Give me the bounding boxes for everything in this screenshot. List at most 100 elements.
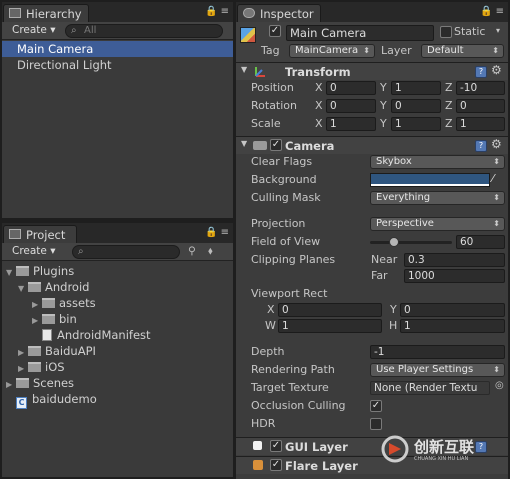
panel-menu-icon[interactable]: ≡ xyxy=(221,227,229,238)
panel-menu-icon[interactable]: ≡ xyxy=(221,6,229,17)
rotation-z-field[interactable]: 0 xyxy=(456,99,505,113)
scale-z-value: 1 xyxy=(460,118,467,130)
project-item-ios[interactable]: ▶ iOS xyxy=(2,359,233,375)
tab-project[interactable]: Project xyxy=(3,225,77,243)
folder-icon xyxy=(28,346,41,356)
scale-z-field[interactable]: 1 xyxy=(456,117,505,131)
watermark-text: 创新互联 xyxy=(414,438,475,456)
chevron-down-icon: ⬍ xyxy=(493,193,500,202)
fov-field[interactable]: 60 xyxy=(456,235,505,249)
static-label: Static xyxy=(454,25,486,38)
tag-label: Tag xyxy=(261,44,280,57)
help-icon[interactable]: ? xyxy=(475,140,487,152)
project-item-bin[interactable]: ▶ bin xyxy=(2,311,233,327)
viewport-x-field[interactable]: 0 xyxy=(278,303,382,317)
hierarchy-item-directional-light[interactable]: Directional Light xyxy=(2,57,233,73)
static-dropdown-arrow-icon[interactable]: ▾ xyxy=(496,26,500,35)
project-item-assets[interactable]: ▶ assets xyxy=(2,295,233,311)
rotation-x-field[interactable]: 0 xyxy=(326,99,376,113)
tree-item-label: BaiduAPI xyxy=(45,344,96,358)
hierarchy-tab-label: Hierarchy xyxy=(26,7,82,21)
camera-header[interactable]: ▼ ✓ Camera ? ⚙ xyxy=(236,136,508,154)
project-item-baiduapi[interactable]: ▶ BaiduAPI xyxy=(2,343,233,359)
project-create-button[interactable]: Create ▾ xyxy=(12,245,56,257)
scale-x-field[interactable]: 1 xyxy=(326,117,376,131)
position-z-field[interactable]: -10 xyxy=(456,81,505,95)
position-x-field[interactable]: 0 xyxy=(326,81,376,95)
viewport-y-value: 0 xyxy=(404,304,411,316)
fov-slider-thumb[interactable] xyxy=(389,237,399,247)
project-tab-tools[interactable]: 🔒 ≡ xyxy=(205,227,229,238)
filter-by-label-icon[interactable]: ⬧ xyxy=(208,245,213,258)
viewport-w-field[interactable]: 1 xyxy=(278,319,382,333)
project-item-baidudemo[interactable]: Cbaidudemo xyxy=(2,391,233,409)
panel-menu-icon[interactable]: ≡ xyxy=(496,6,504,17)
rendering-path-dropdown[interactable]: Use Player Settings ⬍ xyxy=(370,363,505,377)
lock-icon[interactable]: 🔒 xyxy=(480,6,492,17)
lock-icon[interactable]: 🔒 xyxy=(205,227,217,238)
folder-icon xyxy=(28,362,41,372)
tree-item-label: AndroidManifest xyxy=(57,328,151,342)
transform-header[interactable]: ▼ Transform ? ⚙ xyxy=(236,62,508,80)
hierarchy-search-input[interactable]: ⌕ All xyxy=(65,24,223,38)
project-item-androidmanifest[interactable]: AndroidManifest xyxy=(2,327,233,343)
inspector-tab-tools[interactable]: 🔒 ≡ xyxy=(480,6,504,17)
clear-flags-dropdown[interactable]: Skybox ⬍ xyxy=(370,155,505,169)
project-item-android[interactable]: ▼ Android xyxy=(2,279,233,295)
watermark-subtext: CHUANG XIN HU LIAN xyxy=(414,456,469,462)
hdr-checkbox[interactable] xyxy=(370,418,382,430)
tag-dropdown[interactable]: MainCamera ⬍ xyxy=(289,44,375,58)
camera-enabled-checkbox[interactable]: ✓ xyxy=(270,139,282,151)
static-checkbox[interactable] xyxy=(440,26,452,38)
target-texture-field[interactable]: None (Render Textu xyxy=(370,381,490,395)
background-color-swatch[interactable] xyxy=(370,173,490,187)
occlusion-culling-checkbox[interactable]: ✓ xyxy=(370,400,382,412)
foldout-arrow-icon[interactable]: ▼ xyxy=(241,65,247,74)
search-icon: ⌕ xyxy=(71,25,77,36)
help-icon[interactable]: ? xyxy=(475,66,487,78)
camera-icon xyxy=(253,141,267,150)
fov-slider-track[interactable] xyxy=(370,237,452,247)
viewport-h-field[interactable]: 1 xyxy=(400,319,505,333)
flare-layer-enabled-checkbox[interactable]: ✓ xyxy=(270,459,282,471)
tab-hierarchy[interactable]: Hierarchy xyxy=(3,4,89,22)
rotation-y-field[interactable]: 0 xyxy=(391,99,441,113)
project-item-plugins[interactable]: ▼ Plugins xyxy=(2,263,233,279)
filter-by-type-icon[interactable]: ⚲ xyxy=(188,245,196,257)
far-value: 1000 xyxy=(408,270,435,282)
near-field[interactable]: 0.3 xyxy=(404,253,505,267)
viewport-w-value: 1 xyxy=(282,320,289,332)
far-field[interactable]: 1000 xyxy=(404,269,505,283)
layer-dropdown[interactable]: Default ⬍ xyxy=(421,44,504,58)
foldout-arrow-icon[interactable]: ▼ xyxy=(241,139,247,148)
hierarchy-create-button[interactable]: Create ▾ xyxy=(12,24,56,36)
viewport-x-value: 0 xyxy=(282,304,289,316)
gear-icon[interactable]: ⚙ xyxy=(491,137,502,151)
object-name-input[interactable]: Main Camera xyxy=(286,25,434,41)
project-item-scenes[interactable]: ▶ Scenes xyxy=(2,375,233,391)
position-x-value: 0 xyxy=(330,82,337,94)
position-y-label: Y xyxy=(380,81,387,94)
depth-label: Depth xyxy=(251,345,285,358)
eyedropper-icon[interactable]: ⁄ xyxy=(492,172,494,185)
object-active-checkbox[interactable]: ✓ xyxy=(269,25,281,37)
object-picker-icon[interactable]: ◎ xyxy=(495,380,504,391)
hierarchy-item-label: Main Camera xyxy=(17,42,94,56)
viewport-y-field[interactable]: 0 xyxy=(400,303,505,317)
hierarchy-tab-tools[interactable]: 🔒 ≡ xyxy=(205,6,229,17)
projection-dropdown[interactable]: Perspective ⬍ xyxy=(370,217,505,231)
chevron-down-icon: ⬍ xyxy=(492,46,499,55)
scale-y-field[interactable]: 1 xyxy=(391,117,441,131)
gui-layer-enabled-checkbox[interactable]: ✓ xyxy=(270,440,282,452)
hierarchy-item-main-camera[interactable]: Main Camera xyxy=(2,41,233,57)
create-label: Create xyxy=(12,24,47,36)
gear-icon[interactable]: ⚙ xyxy=(491,63,502,77)
lock-icon[interactable]: 🔒 xyxy=(205,6,217,17)
file-icon xyxy=(42,329,52,341)
target-texture-value: None (Render Textu xyxy=(374,382,478,394)
depth-field[interactable]: -1 xyxy=(370,345,505,359)
culling-mask-dropdown[interactable]: Everything ⬍ xyxy=(370,191,505,205)
tab-inspector[interactable]: Inspector xyxy=(237,4,321,22)
position-y-field[interactable]: 1 xyxy=(391,81,441,95)
project-search-input[interactable]: ⌕ xyxy=(72,245,180,259)
